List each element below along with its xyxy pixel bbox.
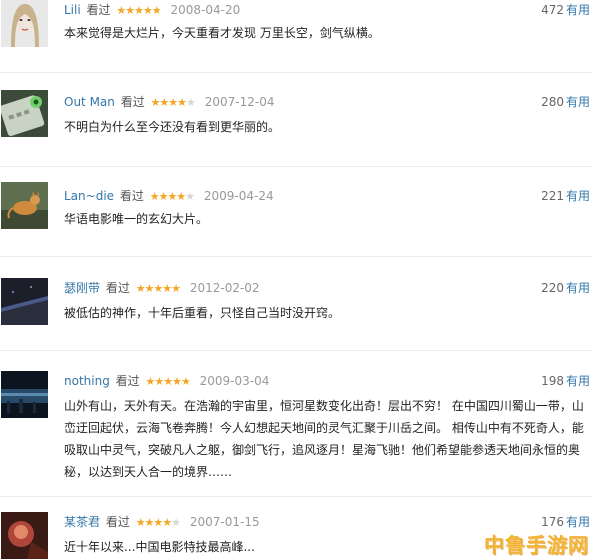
useful-count: 220	[541, 281, 564, 295]
review-date: 2009-04-24	[203, 189, 274, 203]
useful-button[interactable]: 有用	[566, 95, 590, 109]
useful-button[interactable]: 有用	[566, 3, 590, 17]
useful-vote: 472 有用	[541, 0, 590, 20]
review-meta: 某茶君 看过 ★★★★★ 2007-01-15	[64, 512, 260, 532]
rating-stars: ★★★★★	[116, 4, 161, 17]
username-link[interactable]: nothing	[64, 374, 110, 388]
username-link[interactable]: Out Man	[64, 95, 115, 109]
avatar[interactable]	[1, 0, 48, 47]
watched-label: 看过	[86, 3, 111, 17]
site-watermark: 中鲁手游网	[484, 533, 589, 557]
watched-label: 看过	[105, 281, 130, 295]
review-date: 2007-01-15	[189, 515, 260, 529]
username-link[interactable]: Lili	[64, 3, 81, 17]
review-text: 被低估的神作，十年后重看，只怪自己当时没开窍。	[64, 306, 341, 320]
useful-button[interactable]: 有用	[566, 515, 590, 529]
avatar[interactable]	[1, 182, 48, 229]
watched-label: 看过	[119, 189, 144, 203]
username-link[interactable]: 瑟刚带	[64, 281, 100, 295]
review-date: 2012-02-02	[189, 281, 260, 295]
review-date: 2007-12-04	[204, 95, 275, 109]
rating-stars: ★★★★★	[135, 516, 181, 529]
useful-button[interactable]: 有用	[566, 374, 590, 388]
username-link[interactable]: 某茶君	[64, 515, 100, 529]
useful-count: 472	[541, 3, 564, 17]
review-text: 不明白为什么至今还没有看到更华丽的。	[64, 120, 281, 134]
useful-count: 198	[541, 374, 564, 388]
review-meta: Lili 看过 ★★★★★ 2008-04-20	[64, 0, 240, 20]
rating-stars: ★★★★★	[150, 96, 196, 109]
useful-button[interactable]: 有用	[566, 189, 590, 203]
divider	[0, 256, 593, 257]
divider	[0, 496, 593, 497]
useful-count: 221	[541, 189, 564, 203]
useful-count: 280	[541, 95, 564, 109]
useful-vote: 280 有用	[541, 92, 590, 112]
watched-label: 看过	[115, 374, 140, 388]
review-meta: Lan~die 看过 ★★★★★ 2009-04-24	[64, 186, 274, 206]
review-date: 2009-03-04	[199, 374, 270, 388]
review-date: 2008-04-20	[170, 3, 241, 17]
avatar[interactable]	[1, 512, 48, 559]
review-meta: nothing 看过 ★★★★★ 2009-03-04	[64, 371, 269, 391]
avatar[interactable]	[1, 371, 48, 418]
useful-count: 176	[541, 515, 564, 529]
review-text: 山外有山，天外有天。在浩瀚的宇宙里，恒河星数变化出奇！层出不穷！ 在中国四川蜀山…	[64, 399, 584, 479]
avatar[interactable]	[1, 278, 48, 325]
review-text: 本来觉得是大烂片，今天重看才发现 万里长空，剑气纵横。	[64, 26, 380, 40]
divider	[0, 166, 593, 167]
avatar[interactable]	[1, 90, 48, 137]
review-list-page: Lili 看过 ★★★★★ 2008-04-20 472 有用 本来觉得是大烂片，…	[0, 0, 593, 560]
useful-vote: 220 有用	[541, 278, 590, 298]
watched-label: 看过	[105, 515, 130, 529]
divider	[0, 72, 593, 73]
useful-button[interactable]: 有用	[566, 281, 590, 295]
divider	[0, 350, 593, 351]
rating-stars: ★★★★★	[135, 282, 181, 295]
review-meta: Out Man 看过 ★★★★★ 2007-12-04	[64, 92, 274, 112]
watched-label: 看过	[120, 95, 145, 109]
rating-stars: ★★★★★	[145, 375, 191, 388]
rating-stars: ★★★★★	[149, 190, 195, 203]
review-text: 华语电影唯一的玄幻大片。	[64, 212, 209, 226]
username-link[interactable]: Lan~die	[64, 189, 114, 203]
review-meta: 瑟刚带 看过 ★★★★★ 2012-02-02	[64, 278, 260, 298]
useful-vote: 198 有用	[541, 371, 590, 391]
useful-vote: 221 有用	[541, 186, 590, 206]
